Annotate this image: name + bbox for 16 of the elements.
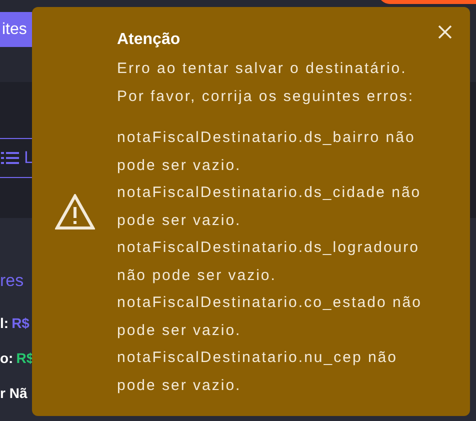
close-button[interactable] [436,23,454,41]
alert-title: Atenção [117,31,180,49]
section-title: res [0,271,24,292]
alert-message: Erro ao tentar salvar o destinatário. [117,59,408,79]
error-message: notaFiscalDestinatario.ds_bairro não pode ser vazio. [117,128,416,176]
summary-label: r Nã [0,384,28,400]
error-message: notaFiscalDestinatario.ds_cidade não pode ser vazio. [117,183,422,230]
summary-value: R$ [12,314,30,330]
error-message: notaFiscalDestinatario.co_estado não pode ser vazio. [117,293,423,340]
error-message: notaFiscalDestinatario.nu_cep não pode ser vazio. [117,348,398,396]
alert-message: Por favor, corrija os seguintes erros: [117,86,416,106]
list-icon [1,151,19,165]
summary-label: l: [0,314,9,330]
warning-icon [54,194,94,230]
summary-label: o: [0,350,14,366]
error-message: notaFiscalDestinatario.ds_logradouro não pode ser vazio. [117,238,420,286]
